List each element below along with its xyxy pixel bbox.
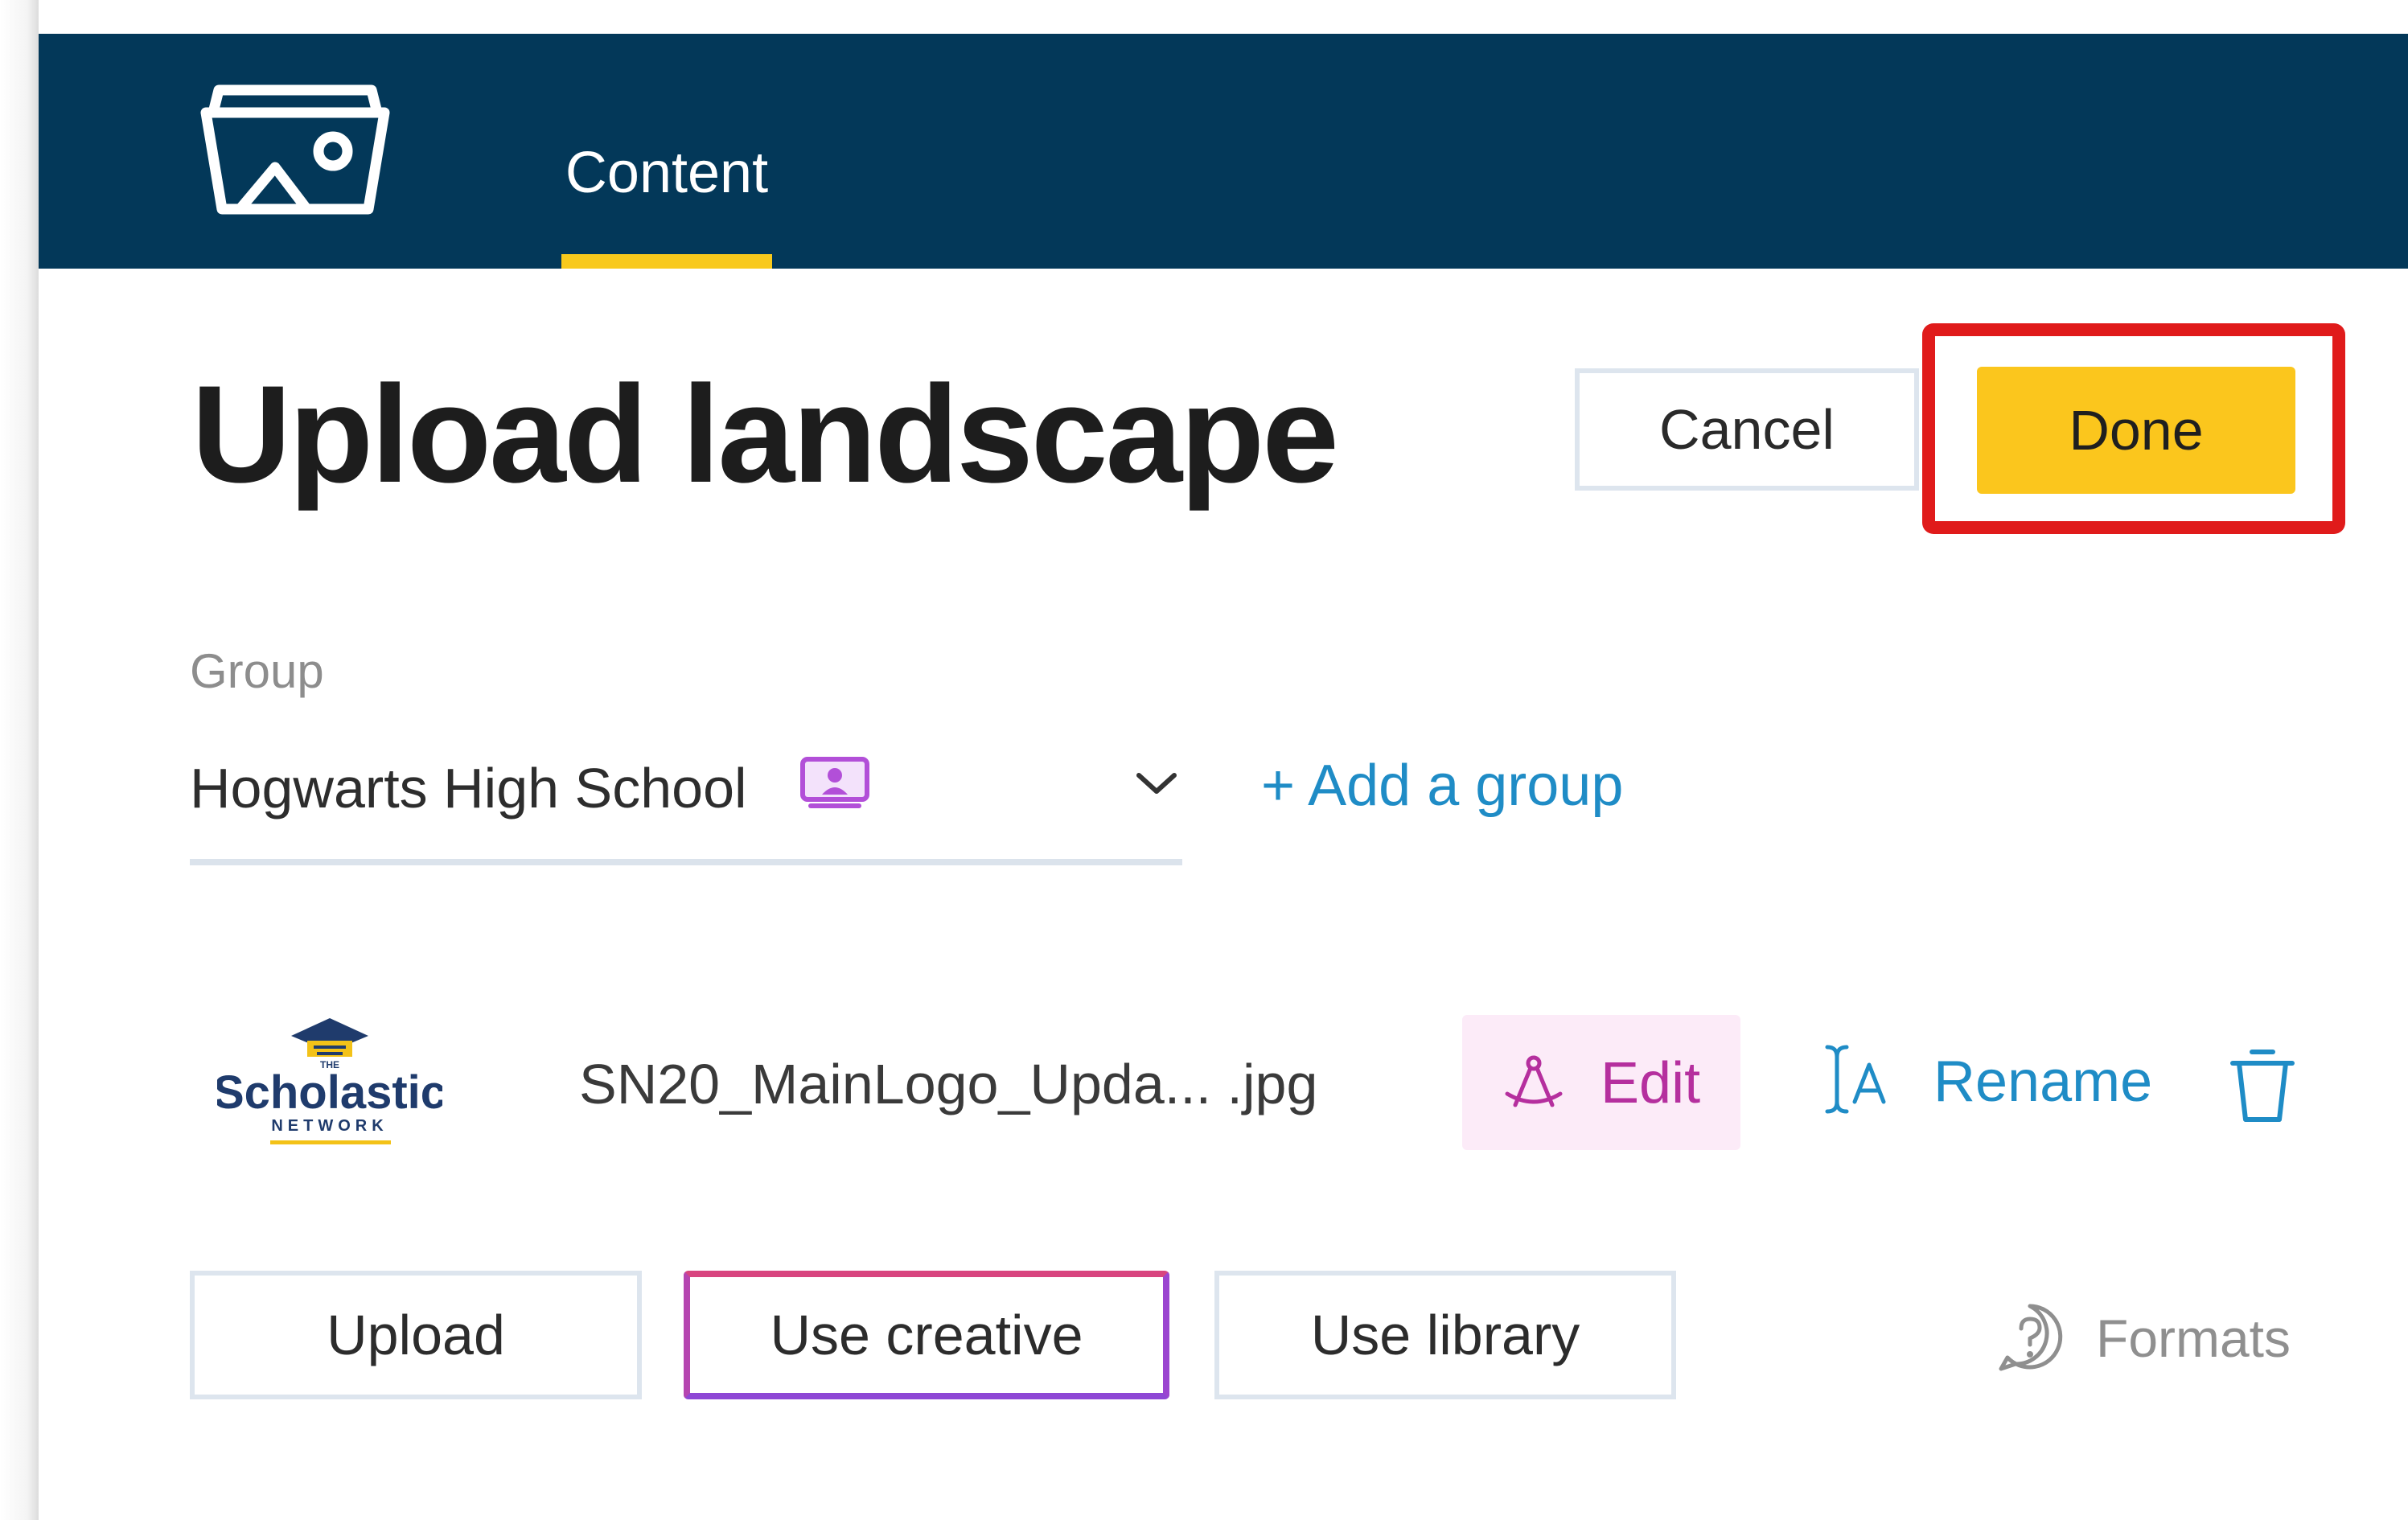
logo-subtitle: NETWORK: [271, 1117, 388, 1135]
media-gallery-icon[interactable]: [196, 80, 394, 220]
top-navigation-bar: Content: [39, 34, 2408, 269]
chevron-down-icon: [1132, 767, 1181, 799]
rename-label: Rename: [1933, 1050, 2153, 1114]
rename-text-icon: [1819, 1041, 1892, 1118]
upload-button[interactable]: Upload: [190, 1271, 642, 1399]
presenter-screen-icon: [799, 756, 870, 812]
scholastic-network-logo: THE Scholastic NETWORK: [213, 1012, 446, 1156]
file-name: SN20_MainLogo_Upda... .jpg: [579, 1053, 1318, 1115]
use-creative-button[interactable]: Use creative: [684, 1271, 1169, 1399]
logo-wordmark: Scholastic: [217, 1066, 442, 1119]
use-library-button[interactable]: Use library: [1214, 1271, 1676, 1399]
page-title: Upload landscape: [191, 357, 1339, 511]
group-dropdown[interactable]: Hogwarts High School: [190, 738, 1182, 865]
done-button[interactable]: Done: [1977, 367, 2295, 494]
window-edge: [0, 0, 39, 1520]
group-label: Group: [190, 644, 324, 698]
edit-button[interactable]: Edit: [1462, 1015, 1740, 1150]
cancel-button[interactable]: Cancel: [1575, 368, 1919, 491]
add-group-link[interactable]: + Add a group: [1261, 753, 1623, 819]
tab-content-label: Content: [565, 141, 769, 205]
edit-design-icon: [1502, 1052, 1565, 1115]
group-selected-value: Hogwarts High School: [190, 757, 747, 820]
edit-label: Edit: [1601, 1051, 1701, 1115]
trash-icon[interactable]: [2228, 1046, 2297, 1126]
top-margin: [39, 0, 2408, 34]
tab-content[interactable]: Content: [561, 106, 772, 269]
formats-label: Formats: [2096, 1308, 2291, 1368]
active-tab-indicator: [561, 254, 772, 269]
help-icon: [1995, 1301, 2065, 1374]
